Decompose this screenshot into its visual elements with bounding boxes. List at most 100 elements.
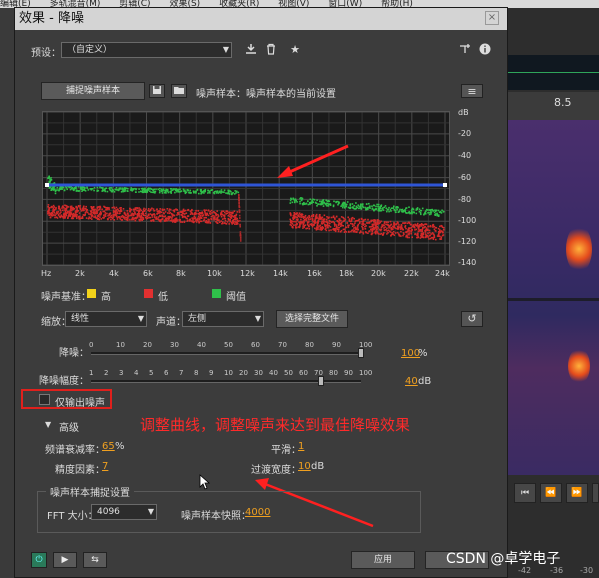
noise-point — [218, 191, 221, 193]
noise-point — [316, 221, 319, 224]
info-icon[interactable] — [477, 43, 493, 57]
noise-point — [234, 221, 237, 223]
noise-point — [291, 201, 294, 204]
spectral-display[interactable] — [508, 120, 599, 475]
star-icon[interactable]: ★ — [287, 43, 303, 57]
noise-point — [63, 189, 66, 191]
overview-waveform[interactable] — [508, 55, 599, 90]
rewind-icon[interactable]: ⏪ — [540, 483, 562, 503]
output-noise-only-checkbox[interactable] — [39, 394, 50, 405]
noise-point — [320, 222, 323, 224]
transition-value[interactable]: 10 — [298, 461, 311, 472]
noise-point — [155, 188, 157, 191]
timeline-ruler[interactable]: 8.5 — [508, 92, 599, 120]
collapse-triangle-icon[interactable]: ▼ — [45, 420, 51, 429]
noise-point — [375, 208, 377, 210]
noise-point — [53, 182, 56, 184]
noise-point — [414, 229, 416, 231]
loop-icon[interactable]: ⇆ — [83, 552, 107, 568]
noise-point — [159, 210, 162, 213]
noise-point — [322, 227, 325, 229]
noise-point — [231, 215, 234, 217]
noise-point — [112, 211, 115, 213]
skip-forward-icon[interactable] — [592, 483, 599, 503]
noise-point — [333, 200, 335, 203]
fast-forward-icon[interactable]: ⏩ — [566, 483, 588, 503]
download-icon[interactable] — [243, 43, 259, 57]
folder-icon[interactable] — [171, 84, 187, 98]
noise-point — [371, 205, 373, 207]
noise-point — [86, 209, 88, 211]
spectral-decay-value[interactable]: 65 — [102, 441, 115, 452]
noise-point — [322, 220, 324, 223]
noise-point — [290, 197, 292, 200]
reset-icon[interactable]: ↺ — [461, 311, 483, 327]
noise-point — [376, 203, 378, 206]
noise-point — [400, 230, 402, 233]
noise-point — [354, 231, 356, 233]
capture-noise-print-button[interactable]: 捕捉噪声样本 — [41, 82, 145, 100]
noise-point — [235, 190, 238, 193]
noise-point — [308, 216, 311, 219]
noise-point — [292, 197, 295, 200]
trash-icon[interactable] — [263, 43, 279, 57]
noise-point — [189, 213, 192, 215]
save-noise-print-icon[interactable] — [149, 84, 165, 98]
noise-point — [425, 234, 427, 236]
noise-point — [126, 210, 129, 212]
noise-point — [418, 208, 421, 210]
noise-point — [312, 214, 315, 216]
noise-point — [204, 210, 206, 213]
noise-point — [54, 190, 57, 193]
noise-point — [406, 230, 409, 233]
amount-value[interactable]: 40 — [405, 376, 418, 387]
noise-point — [373, 221, 375, 223]
preset-dropdown[interactable]: （自定义） ▼ — [61, 42, 232, 58]
noise-point — [408, 227, 411, 230]
advanced-label[interactable]: 高级 — [59, 419, 79, 434]
noise-point — [356, 231, 358, 233]
smoothing-value[interactable]: 1 — [298, 441, 304, 452]
amount-slider-thumb[interactable] — [317, 376, 324, 386]
noise-point — [140, 218, 143, 220]
select-entire-file-button[interactable]: 选择完整文件 — [276, 310, 348, 328]
close-icon[interactable]: × — [485, 11, 499, 25]
noise-graph[interactable] — [42, 111, 450, 266]
noise-point — [436, 212, 438, 215]
dialog-titlebar[interactable]: 效果 - 降噪 × — [15, 8, 507, 30]
noise-point — [192, 218, 194, 220]
noise-point — [234, 190, 236, 192]
noise-point — [62, 213, 65, 216]
noise-point — [209, 192, 211, 194]
channel-dropdown[interactable]: 左侧 ▼ — [182, 311, 264, 327]
background-left-panel — [0, 8, 14, 578]
noise-point — [400, 235, 402, 237]
noise-point — [325, 221, 328, 223]
reduce-slider-thumb[interactable] — [358, 348, 364, 358]
play-icon[interactable]: ▶ — [53, 552, 77, 568]
precision-value[interactable]: 7 — [102, 461, 108, 472]
fft-size-dropdown[interactable]: 4096 ▼ — [91, 504, 157, 520]
noise-point — [425, 210, 427, 212]
power-icon[interactable]: ⏻ — [31, 552, 47, 568]
reduce-slider[interactable] — [91, 352, 361, 355]
noise-point — [200, 217, 203, 219]
noise-point — [322, 199, 325, 201]
routing-icon[interactable] — [457, 43, 473, 57]
apply-button[interactable]: 应用 — [351, 551, 415, 569]
noise-point — [388, 206, 390, 209]
noise-point — [309, 203, 311, 206]
noise-point — [181, 221, 184, 223]
graph-menu-icon[interactable]: ≡ — [461, 84, 483, 98]
noise-point — [328, 219, 331, 222]
scale-dropdown[interactable]: 线性 ▼ — [65, 311, 147, 327]
noise-point — [382, 209, 385, 211]
noise-point — [379, 207, 381, 210]
noise-point — [362, 231, 364, 234]
noise-point — [314, 222, 317, 224]
noise-point — [95, 210, 97, 213]
snapshot-value[interactable]: 4000 — [245, 507, 270, 518]
skip-back-icon[interactable]: ⏮ — [514, 483, 536, 503]
noise-point — [147, 209, 149, 212]
noise-point — [330, 216, 333, 219]
